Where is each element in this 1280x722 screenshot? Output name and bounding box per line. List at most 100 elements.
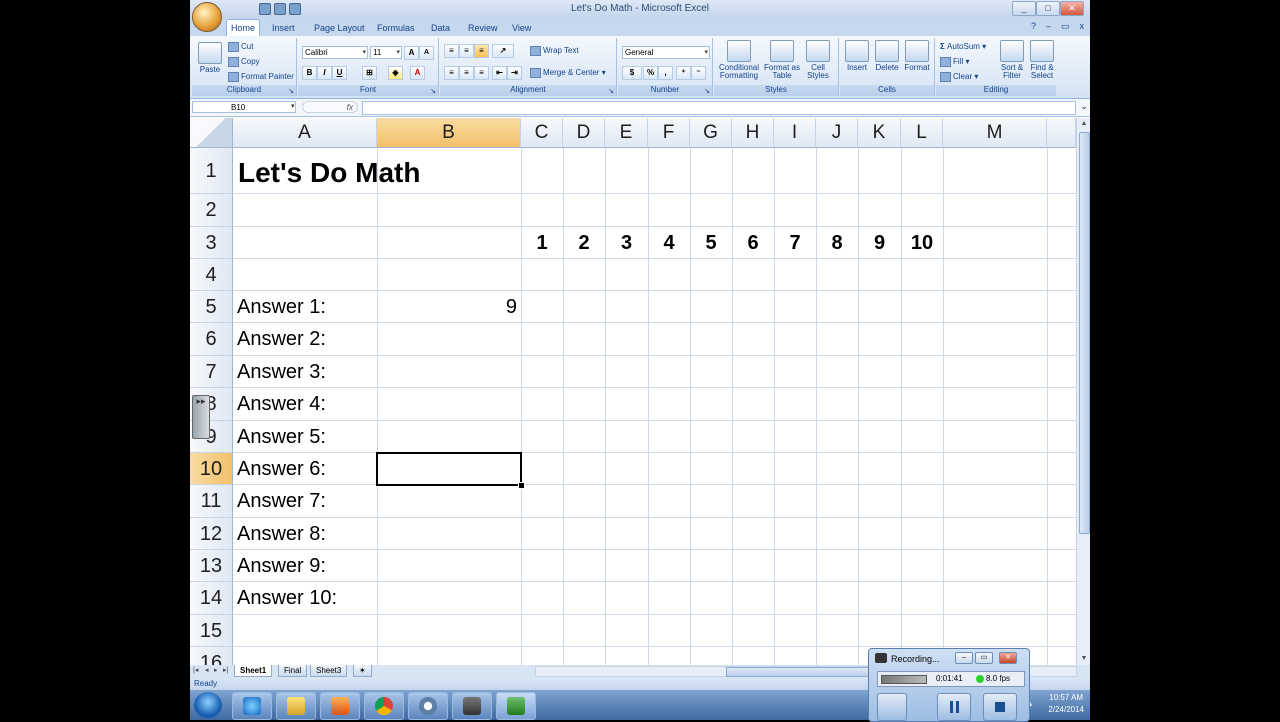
column-header-h[interactable]: H [732,118,774,148]
align-bottom-icon[interactable]: ≡ [474,44,489,58]
conditional-formatting-button[interactable]: Conditional Formatting [716,40,762,80]
cell-a8[interactable]: Answer 4: [237,388,326,421]
row-header-12[interactable]: 12 [190,518,233,550]
office-button[interactable] [192,2,222,32]
expand-formula-bar-icon[interactable]: ⌄ [1080,101,1088,112]
column-header-g[interactable]: G [690,118,732,148]
cell-h3[interactable]: 6 [732,227,774,259]
active-cell-b10[interactable] [376,452,522,486]
row-header-16[interactable]: 16 [190,647,233,665]
column-header-f[interactable]: F [648,118,690,148]
autosum-button[interactable]: Σ AutoSum ▾ [940,41,986,52]
row-header-15[interactable]: 15 [190,615,233,647]
increase-decimal-icon[interactable]: ⁺ [676,66,691,80]
cell-a9[interactable]: Answer 5: [237,421,326,453]
tab-page-layout[interactable]: Page Layout [310,21,369,36]
worksheet-grid[interactable]: A B C D E F G H I J K L M 1 2 3 4 5 6 7 [190,118,1076,665]
tab-insert[interactable]: Insert [268,21,299,36]
cell-j3[interactable]: 8 [816,227,858,259]
first-sheet-icon[interactable]: |◂ [193,666,198,674]
font-name-combo[interactable]: Calibri ▾ [302,46,368,59]
insert-cells-button[interactable]: Insert [842,40,872,72]
close-button[interactable]: ✕ [1060,1,1084,16]
sort-filter-button[interactable]: Sort & Filter [998,40,1026,80]
cell-b5[interactable]: 9 [377,291,517,323]
pause-recording-button[interactable] [937,693,971,721]
side-panel-handle-icon[interactable]: ▸▸ [192,395,210,439]
wrap-text-button[interactable]: Wrap Text [530,45,579,56]
comma-button[interactable]: , [658,66,673,80]
alignment-launcher-icon[interactable]: ↘ [608,87,614,95]
underline-button[interactable]: U [332,66,347,80]
font-color-icon[interactable]: A [410,66,425,80]
vertical-scrollbar[interactable]: ▲ ▼ [1076,118,1090,665]
cell-k3[interactable]: 9 [858,227,901,259]
row-header-1[interactable]: 1 [190,148,233,194]
column-header-e[interactable]: E [605,118,648,148]
row-header-10[interactable]: 10 [190,453,233,485]
column-header-c[interactable]: C [521,118,563,148]
row-header-3[interactable]: 3 [190,227,233,259]
column-header-n[interactable] [1047,118,1076,148]
scroll-up-icon[interactable]: ▲ [1077,118,1090,130]
ribbon-close-icon[interactable]: x [1080,21,1085,32]
shrink-font-button[interactable]: A [419,46,434,60]
column-header-b[interactable]: B [377,118,521,148]
row-header-11[interactable]: 11 [190,485,233,518]
system-clock[interactable]: 10:57 AM 2/24/2014 [1048,692,1084,716]
insert-sheet-icon[interactable]: ✶ [353,665,372,677]
recorder-maximize-button[interactable]: ▭ [975,652,993,664]
row-header-2[interactable]: 2 [190,194,233,227]
minimize-button[interactable]: _ [1012,1,1036,16]
tab-view[interactable]: View [508,21,535,36]
cell-a1[interactable]: Let's Do Math [238,153,420,193]
align-middle-icon[interactable]: ≡ [459,44,474,58]
taskbar-ie[interactable] [232,692,272,720]
help-icon[interactable]: ? [1031,21,1036,32]
clear-button[interactable]: Clear ▾ [940,71,978,82]
tab-home[interactable]: Home [226,19,261,37]
cell-l3[interactable]: 10 [901,227,943,259]
percent-button[interactable]: % [643,66,658,80]
stop-recording-button[interactable] [983,693,1017,721]
ribbon-restore-icon[interactable]: ▭ [1061,21,1070,32]
cell-styles-button[interactable]: Cell Styles [802,40,834,80]
cell-a7[interactable]: Answer 3: [237,356,326,388]
cell-a11[interactable]: Answer 7: [237,485,326,518]
copy-button[interactable]: Copy [228,56,260,67]
number-format-combo[interactable]: General ▾ [622,46,710,59]
sheet-tab-sheet3[interactable]: Sheet3 [310,665,348,677]
fill-handle[interactable] [518,482,525,489]
find-select-button[interactable]: Find & Select [1028,40,1056,80]
last-sheet-icon[interactable]: ▸| [223,666,228,674]
sheet-tab-sheet1[interactable]: Sheet1 [234,665,273,677]
cell-e3[interactable]: 3 [605,227,648,259]
align-left-icon[interactable]: ≡ [444,66,459,80]
format-cells-button[interactable]: Format [902,40,932,72]
name-box[interactable]: B10 [192,101,296,113]
column-header-k[interactable]: K [858,118,901,148]
cell-a10[interactable]: Answer 6: [237,453,326,485]
taskbar-explorer[interactable] [276,692,316,720]
borders-icon[interactable]: ⊞ [362,66,377,80]
cell-a13[interactable]: Answer 9: [237,550,326,582]
cell-g3[interactable]: 5 [690,227,732,259]
grow-font-button[interactable]: A [404,46,419,60]
delete-cells-button[interactable]: Delete [872,40,902,72]
italic-button[interactable]: I [317,66,332,80]
cell-a5[interactable]: Answer 1: [237,291,326,323]
taskbar-media[interactable] [320,692,360,720]
maximize-button[interactable]: □ [1036,1,1060,16]
font-launcher-icon[interactable]: ↘ [430,87,436,95]
insert-function-button[interactable]: fx [302,101,358,113]
row-header-14[interactable]: 14 [190,582,233,615]
cell-a6[interactable]: Answer 2: [237,323,326,356]
row-header-6[interactable]: 6 [190,323,233,356]
taskbar-recorder[interactable] [452,692,492,720]
column-header-m[interactable]: M [943,118,1047,148]
align-right-icon[interactable]: ≡ [474,66,489,80]
column-header-j[interactable]: J [816,118,858,148]
next-sheet-icon[interactable]: ▸ [214,666,218,674]
tab-review[interactable]: Review [464,21,502,36]
fill-color-icon[interactable]: ◈ [388,66,403,80]
